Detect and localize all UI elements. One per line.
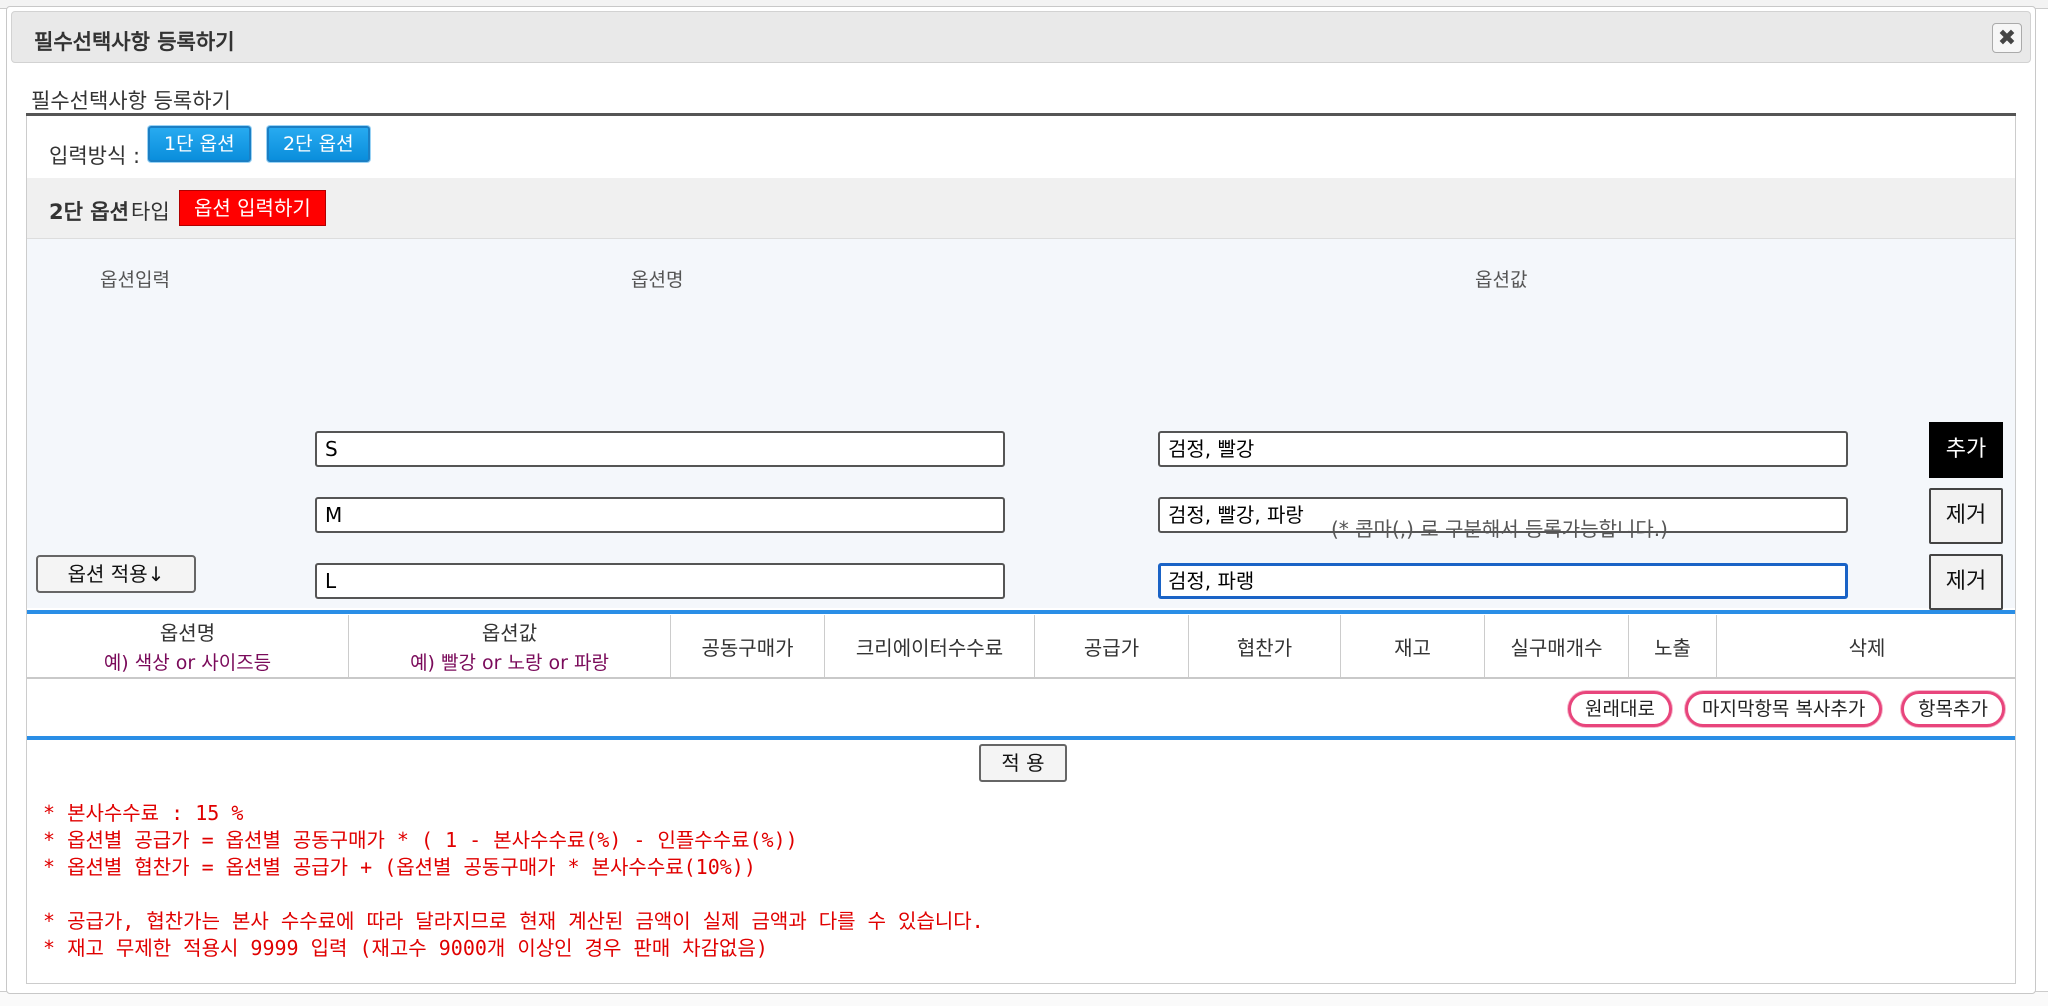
column-sponsor-price: 협찬가 <box>1189 615 1341 677</box>
column-option-name: 옵션명 예) 색상 or 사이즈등 <box>27 615 349 677</box>
dialog-title: 필수선택사항 등록하기 <box>34 30 235 54</box>
note-line: * 공급가, 협찬가는 본사 수수료에 따라 달라지므로 현재 계산된 금액이 … <box>43 909 984 933</box>
reset-button[interactable]: 원래대로 <box>1568 691 1672 727</box>
close-icon: ✖ <box>1997 25 2017 51</box>
header-option-value: 옵션값 <box>1475 269 1528 291</box>
option-type-row: 2단 옵션 타입 옵션 입력하기 <box>27 178 2015 239</box>
note-line: * 재고 무제한 적용시 9999 입력 (재고수 9000개 이상인 경우 판… <box>43 936 768 960</box>
column-group-price: 공동구매가 <box>671 615 825 677</box>
add-option-button[interactable]: 추가 <box>1929 422 2003 478</box>
table-bottom-divider <box>27 736 2015 740</box>
option-name-field[interactable]: M <box>315 497 1005 533</box>
copy-last-item-button[interactable]: 마지막항목 복사추가 <box>1685 691 1883 727</box>
option-name-field[interactable]: L <box>315 563 1005 599</box>
table-actions-row: 원래대로 마지막항목 복사추가 항목추가 <box>27 679 2015 741</box>
option-value-field[interactable]: 검정, 파랭 <box>1158 563 1848 599</box>
remove-option-button[interactable]: 제거 <box>1929 488 2003 544</box>
column-actual-purchase-count: 실구매개수 <box>1485 615 1629 677</box>
two-level-option-button[interactable]: 2단 옵션 <box>267 126 370 162</box>
option-value-field[interactable]: 검정, 빨강 <box>1158 431 1848 467</box>
apply-option-button[interactable]: 옵션 적용↓ <box>36 555 196 593</box>
column-delete: 삭제 <box>1848 635 1886 660</box>
note-line: * 옵션별 협찬가 = 옵션별 공급가 + (옵션별 공동구매가 * 본사수수료… <box>43 855 756 879</box>
option-input-area: 옵션입력 옵션명 옵션값 S 검정, 빨강 추가 M 검정, 빨강, 파랑 제거… <box>27 239 2015 610</box>
option-table-header: 옵션명 예) 색상 or 사이즈등 옵션값 예) 빨강 or 노랑 or 파랑 … <box>27 615 2015 679</box>
dialog-content: 입력방식 : 1단 옵션 2단 옵션 2단 옵션 타입 옵션 입력하기 옵션입력… <box>26 116 2016 984</box>
column-option-value: 옵션값 예) 빨강 or 노랑 or 파랑 <box>349 615 671 677</box>
table-top-divider <box>27 610 2015 614</box>
column-creator-fee: 크리에이터수수료 <box>825 615 1035 677</box>
remove-option-button[interactable]: 제거 <box>1929 554 2003 610</box>
input-method-label: 입력방식 : <box>49 144 141 168</box>
dialog-subtitle: 필수선택사항 등록하기 <box>31 89 231 113</box>
add-item-button[interactable]: 항목추가 <box>1901 691 2005 727</box>
option-input-button[interactable]: 옵션 입력하기 <box>179 190 326 226</box>
input-method-row: 입력방식 : 1단 옵션 2단 옵션 <box>27 116 2015 179</box>
dialog-titlebar: 필수선택사항 등록하기 ✖ <box>11 11 2031 63</box>
apply-button[interactable]: 적 용 <box>979 744 1067 782</box>
note-line: * 옵션별 공급가 = 옵션별 공동구매가 * ( 1 - 본사수수료(%) -… <box>43 828 798 852</box>
fee-notes: * 본사수수료 : 15 % * 옵션별 공급가 = 옵션별 공동구매가 * (… <box>43 800 984 962</box>
note-line: * 본사수수료 : 15 % <box>43 801 244 825</box>
column-supply-price: 공급가 <box>1035 615 1189 677</box>
option-name-field[interactable]: S <box>315 431 1005 467</box>
one-level-option-button[interactable]: 1단 옵션 <box>148 126 251 162</box>
close-button[interactable]: ✖ <box>1992 23 2022 53</box>
comma-hint: (* 콤마(,) 로 구분해서 등록가능합니다.) <box>1331 517 1668 541</box>
header-option-input: 옵션입력 <box>100 269 170 291</box>
option-type-name: 2단 옵션 <box>49 200 129 224</box>
column-visible: 노출 <box>1629 615 1717 677</box>
column-stock: 재고 <box>1341 615 1485 677</box>
option-type-suffix: 타입 <box>131 200 170 224</box>
header-option-name: 옵션명 <box>631 269 684 291</box>
